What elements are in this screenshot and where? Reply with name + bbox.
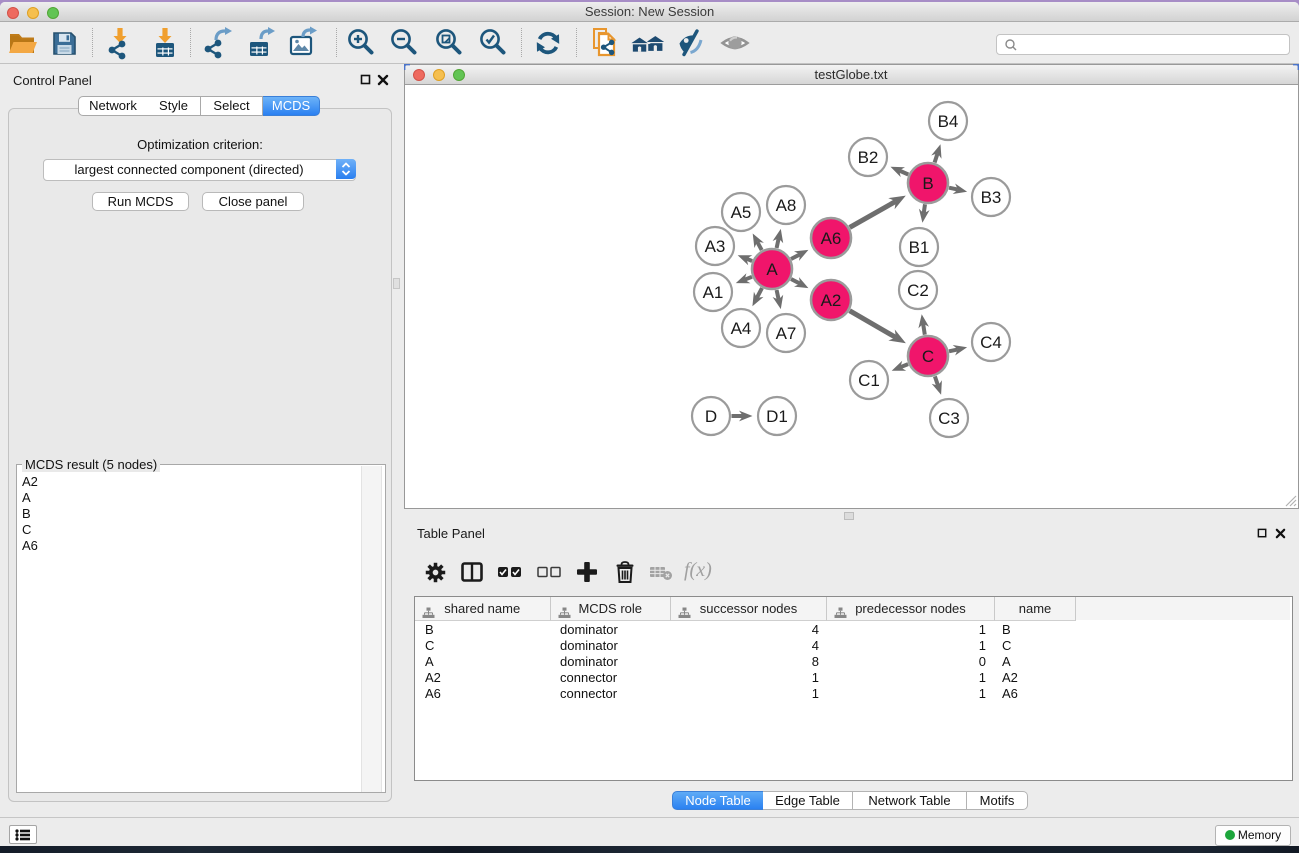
svg-text:A6: A6	[820, 229, 841, 248]
svg-text:C1: C1	[858, 371, 880, 390]
svg-text:A2: A2	[820, 291, 841, 310]
svg-text:A1: A1	[702, 283, 723, 302]
svg-text:D1: D1	[766, 407, 788, 426]
svg-text:C3: C3	[938, 409, 960, 428]
svg-text:A8: A8	[775, 196, 796, 215]
svg-text:C: C	[921, 347, 933, 366]
svg-text:A3: A3	[704, 237, 725, 256]
svg-text:B2: B2	[857, 148, 878, 167]
svg-text:C2: C2	[907, 281, 929, 300]
svg-text:B: B	[922, 174, 933, 193]
svg-text:D: D	[704, 407, 716, 426]
svg-text:C4: C4	[980, 333, 1002, 352]
svg-text:A: A	[766, 260, 778, 279]
svg-text:B1: B1	[908, 238, 929, 257]
svg-text:A4: A4	[730, 319, 751, 338]
svg-text:A5: A5	[730, 203, 751, 222]
svg-text:A7: A7	[775, 324, 796, 343]
svg-text:B3: B3	[980, 188, 1001, 207]
svg-text:B4: B4	[937, 112, 958, 131]
